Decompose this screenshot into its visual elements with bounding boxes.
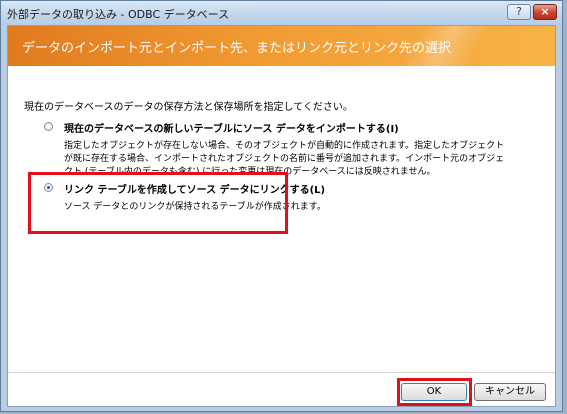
- ok-button-highlight: [397, 378, 472, 406]
- import-radio[interactable]: [44, 122, 53, 131]
- title-bar[interactable]: 外部データの取り込み - ODBC データベース ? ×: [1, 1, 562, 25]
- help-icon: ?: [516, 5, 522, 18]
- instruction-text: 現在のデータベースのデータの保存方法と保存場所を指定してください。: [24, 102, 353, 113]
- cancel-button[interactable]: キャンセル: [474, 383, 546, 401]
- import-option[interactable]: 現在のデータベースの新しいテーブルにソース データをインポートする(I) 指定し…: [44, 120, 509, 179]
- import-option-label[interactable]: 現在のデータベースの新しいテーブルにソース データをインポートする(I): [64, 120, 509, 135]
- dialog-content: データのインポート元とインポート先、またはリンク元とリンク先の選択 現在のデータ…: [7, 25, 556, 407]
- link-option-highlight: [28, 172, 288, 234]
- window-title: 外部データの取り込み - ODBC データベース: [7, 8, 230, 21]
- help-button[interactable]: ?: [507, 4, 531, 20]
- footer-separator: [8, 372, 555, 373]
- banner-title: データのインポート元とインポート先、またはリンク元とリンク先の選択: [22, 41, 452, 56]
- header-banner: データのインポート元とインポート先、またはリンク元とリンク先の選択: [8, 26, 555, 66]
- close-button[interactable]: ×: [533, 4, 557, 20]
- dialog-window: 外部データの取り込み - ODBC データベース ? × データのインポート元と…: [0, 0, 563, 412]
- close-icon: ×: [540, 5, 550, 18]
